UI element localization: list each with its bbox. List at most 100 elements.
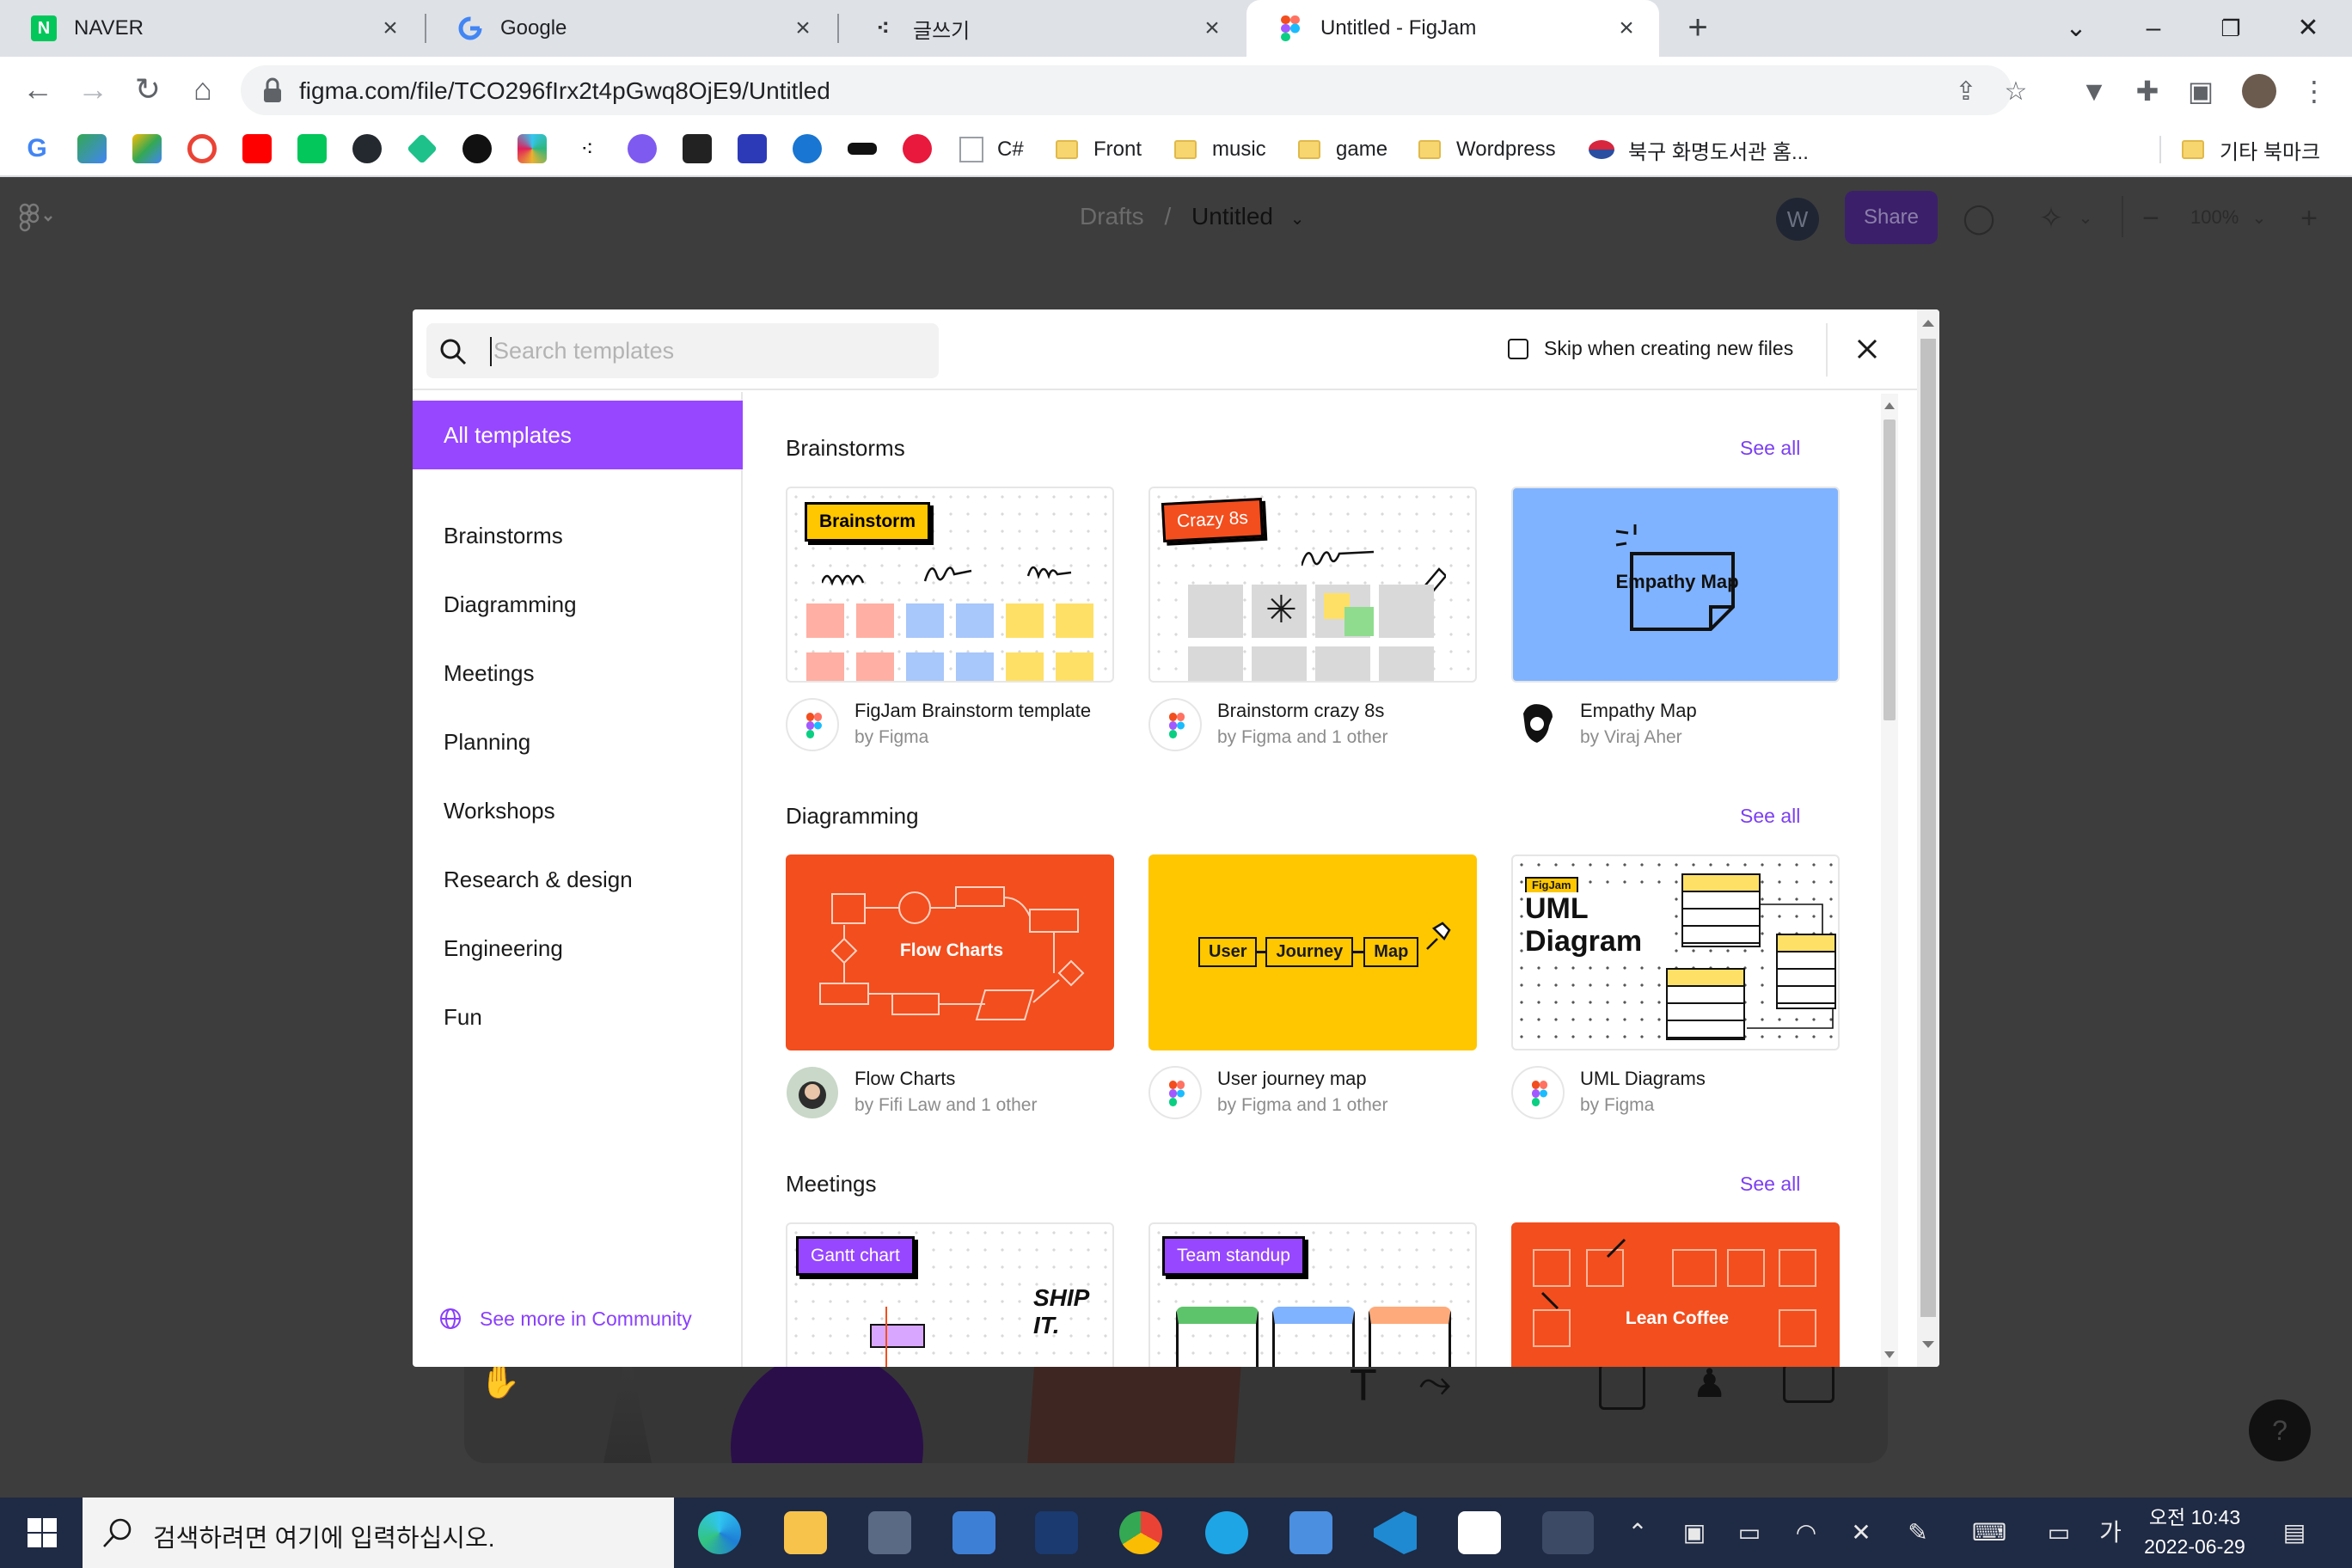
remote-app-icon[interactable] (1289, 1511, 1332, 1554)
share-button[interactable]: Share (1845, 191, 1938, 244)
c-bookmark-icon[interactable] (628, 134, 657, 163)
edge-bookmark-icon[interactable] (793, 134, 822, 163)
category-brainstorms[interactable]: Brainstorms (413, 501, 743, 570)
pen-icon[interactable]: ✎ (1902, 1516, 1934, 1549)
forward-button[interactable]: → (74, 70, 112, 108)
category-meetings[interactable]: Meetings (413, 639, 743, 707)
scroll-up-arrow[interactable] (1922, 320, 1934, 327)
display-icon[interactable]: ▭ (2043, 1516, 2075, 1549)
chrome-active-app-icon[interactable] (1542, 1511, 1594, 1554)
category-fun[interactable]: Fun (413, 983, 743, 1051)
stamp-tool-icon[interactable]: ♟ (1692, 1360, 1727, 1406)
chrome-app-icon[interactable] (1119, 1511, 1162, 1554)
template-thumbnail[interactable]: Flow Charts (786, 854, 1114, 1050)
template-thumbnail[interactable]: User Journey Map (1148, 854, 1477, 1050)
section-tool-icon[interactable] (1599, 1363, 1645, 1410)
search-input[interactable] (493, 332, 923, 370)
scroll-thumb[interactable] (1920, 339, 1936, 1317)
category-diagramming[interactable]: Diagramming (413, 570, 743, 639)
template-thumbnail[interactable]: FigJam UML Diagram (1511, 854, 1840, 1050)
address-bar[interactable]: figma.com/file/TCO296fIrx2t4pGwq8OjE9/Un… (241, 65, 2027, 115)
tray-app-icon[interactable]: ▣ (1678, 1516, 1711, 1549)
scroll-down-arrow[interactable] (1884, 1351, 1895, 1358)
camera-app-icon[interactable] (868, 1511, 911, 1554)
chrome-menu-icon[interactable]: ⋮ (2297, 74, 2331, 108)
shape-tool-circle[interactable] (731, 1351, 923, 1463)
minimize-button[interactable]: – (2132, 7, 2175, 50)
ime-indicator[interactable]: 가 (2094, 1516, 2127, 1549)
bookmark-folder-game[interactable]: game (1298, 132, 1387, 167)
side-panel-icon[interactable]: ▣ (2184, 74, 2218, 108)
profile-avatar[interactable] (2242, 74, 2276, 108)
connector-tool-icon[interactable]: ⤳ (1418, 1360, 1451, 1408)
bookmark-folder-wordpress[interactable]: Wordpress (1418, 132, 1556, 167)
file-explorer-icon[interactable] (784, 1511, 827, 1554)
notification-icon[interactable]: ▤ (2278, 1516, 2311, 1549)
text-tool-icon[interactable]: T (1350, 1360, 1377, 1412)
template-thumbnail[interactable]: Team standup (1148, 1222, 1477, 1367)
category-all-templates[interactable]: All templates (413, 401, 743, 469)
comment-icon[interactable]: ◯ (1962, 201, 1996, 236)
category-workshops[interactable]: Workshops (413, 776, 743, 845)
zoom-out-button[interactable]: − (2134, 201, 2168, 236)
chevron-down-icon[interactable]: ⌄ (1290, 210, 1305, 229)
template-search[interactable] (426, 323, 939, 378)
naver-bookmark-icon[interactable] (297, 134, 327, 163)
youtube-bookmark-icon[interactable] (242, 134, 272, 163)
breadcrumb-drafts[interactable]: Drafts (1080, 203, 1144, 230)
tab-google[interactable]: Google × (426, 0, 836, 57)
slack-bookmark-icon[interactable] (518, 134, 547, 163)
wifi-icon[interactable]: ◠ (1790, 1516, 1822, 1549)
widgets-tool-icon[interactable] (1783, 1363, 1834, 1403)
chevron-down-icon[interactable]: ⌄ (2242, 201, 2276, 236)
notion-app-icon[interactable] (1458, 1511, 1501, 1554)
tab-naver[interactable]: N NAVER × (0, 0, 423, 57)
google-bookmark-icon[interactable]: G (22, 134, 52, 163)
category-engineering[interactable]: Engineering (413, 914, 743, 983)
extension-v-icon[interactable]: ▼ (2077, 74, 2111, 108)
see-all-brainstorms[interactable]: See all (1740, 437, 1800, 460)
red-bookmark-icon[interactable] (903, 134, 932, 163)
template-thumbnail[interactable]: Lean Coffee (1511, 1222, 1840, 1367)
scroll-up-arrow[interactable] (1884, 402, 1895, 409)
zoom-level[interactable]: 100% (2190, 206, 2239, 229)
tab-figjam[interactable]: Untitled - FigJam × (1246, 0, 1659, 57)
template-thumbnail[interactable]: Empathy Map (1511, 487, 1840, 683)
reload-button[interactable]: ↻ (129, 70, 167, 108)
bookmark-folder-music[interactable]: music (1174, 132, 1266, 167)
close-tab-icon[interactable]: × (1613, 15, 1640, 42)
scroll-thumb[interactable] (1883, 420, 1896, 720)
chevron-down-icon[interactable]: ⌄ (2068, 201, 2103, 236)
keyboard-icon[interactable]: ⌨ (1972, 1516, 2006, 1549)
trends-bookmark-icon[interactable] (77, 134, 107, 163)
building-bookmark-icon[interactable] (738, 134, 767, 163)
new-tab-button[interactable]: + (1680, 10, 1716, 46)
community-link[interactable]: See more in Community (438, 1307, 692, 1331)
opera-bookmark-icon[interactable] (187, 134, 217, 163)
battery-icon[interactable]: ▭ (1733, 1516, 1766, 1549)
category-research-design[interactable]: Research & design (413, 845, 743, 914)
ads-bookmark-icon[interactable] (132, 134, 162, 163)
other-bookmarks[interactable]: 기타 북마크 (2182, 132, 2320, 167)
template-thumbnail[interactable]: Brainstorm (786, 487, 1114, 683)
close-tab-icon[interactable]: × (377, 15, 404, 42)
extensions-puzzle-icon[interactable]: ✚ (2130, 74, 2165, 108)
content-scrollbar[interactable] (1881, 394, 1898, 1367)
dots-bookmark-icon[interactable]: ⁖ (573, 134, 602, 163)
ie-app-icon[interactable] (1205, 1511, 1248, 1554)
volume-muted-icon[interactable]: ✕ (1845, 1516, 1877, 1549)
bookmark-library[interactable]: 북구 화명도서관 홈... (1589, 132, 1809, 167)
system-clock[interactable]: 오전 10:43 2022-06-29 (2139, 1503, 2251, 1561)
share-page-icon[interactable]: ⇪ (1951, 77, 1981, 107)
modal-scrollbar[interactable] (1917, 309, 1939, 1367)
close-window-button[interactable]: ✕ (2287, 7, 2330, 50)
edge-app-icon[interactable] (698, 1511, 741, 1554)
template-thumbnail[interactable]: Crazy 8s ✳ (1148, 487, 1477, 683)
diamond-bookmark-icon[interactable] (406, 132, 438, 165)
skip-checkbox[interactable] (1508, 338, 1528, 359)
windows-start-icon[interactable] (28, 1518, 57, 1547)
dl-app-icon[interactable] (1035, 1511, 1078, 1554)
bookmark-star-icon[interactable]: ☆ (2001, 77, 2030, 107)
main-menu-button[interactable] (19, 203, 70, 234)
category-planning[interactable]: Planning (413, 707, 743, 776)
